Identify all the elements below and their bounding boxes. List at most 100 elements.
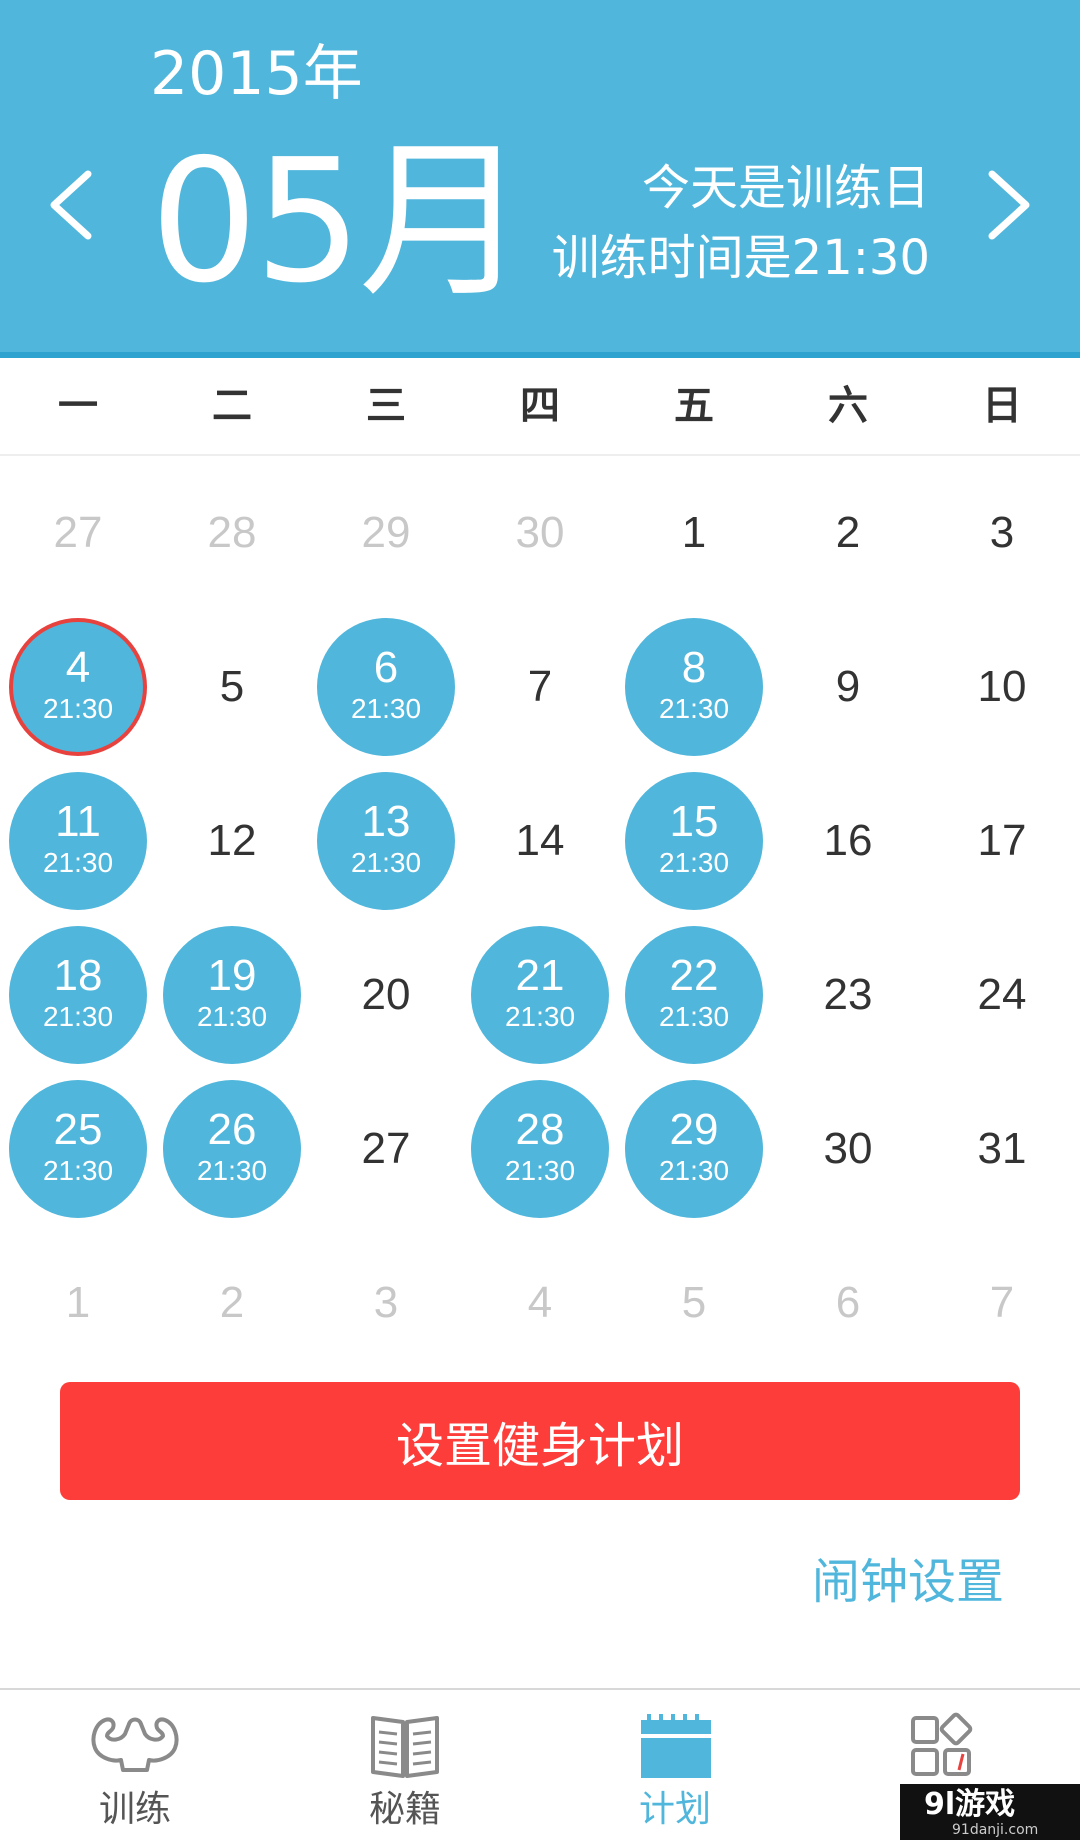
day-number: 7 bbox=[989, 1278, 1015, 1327]
calendar-day-today[interactable]: 4 21:30 bbox=[1, 610, 155, 764]
calendar-day[interactable]: 10 bbox=[925, 610, 1079, 764]
calendar-day[interactable]: 26 21:30 bbox=[155, 1072, 309, 1226]
calendar-day[interactable]: 9 bbox=[771, 610, 925, 764]
day-number: 6 bbox=[373, 643, 399, 692]
day-number: 8 bbox=[681, 643, 707, 692]
training-time: 21:30 bbox=[658, 1155, 730, 1186]
calendar-day[interactable]: 25 21:30 bbox=[1, 1072, 155, 1226]
calendar-day[interactable]: 20 bbox=[309, 918, 463, 1072]
calendar-day[interactable]: 5 bbox=[155, 610, 309, 764]
training-time: 21:30 bbox=[196, 1155, 268, 1186]
day-number: 26 bbox=[207, 1105, 257, 1154]
day-number: 17 bbox=[977, 816, 1027, 865]
training-time: 21:30 bbox=[504, 1155, 576, 1186]
day-number: 18 bbox=[53, 951, 103, 1000]
day-number: 27 bbox=[53, 508, 103, 557]
calendar-day[interactable]: 14 bbox=[463, 764, 617, 918]
calendar-day[interactable]: 24 bbox=[925, 918, 1079, 1072]
training-time: 21:30 bbox=[42, 1001, 114, 1032]
calendar-day[interactable]: 23 bbox=[771, 918, 925, 1072]
day-number: 29 bbox=[669, 1105, 719, 1154]
day-number: 7 bbox=[527, 662, 553, 711]
tab-secrets[interactable]: 秘籍 bbox=[270, 1690, 540, 1840]
weekday-sun: 日 bbox=[982, 383, 1022, 429]
prev-month-button[interactable] bbox=[42, 160, 102, 250]
tab-training-label: 训练 bbox=[98, 1789, 171, 1830]
calendar-day[interactable]: 16 bbox=[771, 764, 925, 918]
calendar-day[interactable]: 19 21:30 bbox=[155, 918, 309, 1072]
training-time: 21:30 bbox=[658, 847, 730, 878]
day-number: 28 bbox=[515, 1105, 565, 1154]
training-time: 21:30 bbox=[42, 693, 114, 724]
day-number: 30 bbox=[823, 1124, 873, 1173]
training-time: 21:30 bbox=[658, 693, 730, 724]
weekday-wed: 三 bbox=[366, 383, 406, 429]
calendar-day[interactable]: 21 21:30 bbox=[463, 918, 617, 1072]
chevron-right-icon bbox=[988, 170, 1030, 240]
day-number: 4 bbox=[65, 643, 91, 692]
day-number: 2 bbox=[835, 508, 861, 557]
book-icon bbox=[355, 1710, 455, 1782]
weekday-mon: 一 bbox=[58, 383, 98, 429]
day-number: 1 bbox=[65, 1278, 91, 1327]
calendar-header: 2015年 05月 今天是训练日 训练时间是21:30 bbox=[0, 0, 1080, 352]
calendar-day[interactable]: 6 bbox=[771, 1226, 925, 1380]
tab-plan[interactable]: 计划 bbox=[540, 1690, 810, 1840]
calendar-day[interactable]: 28 bbox=[155, 456, 309, 610]
calendar-day[interactable]: 8 21:30 bbox=[617, 610, 771, 764]
calendar-day[interactable]: 7 bbox=[925, 1226, 1079, 1380]
weekday-row: 一 二 三 四 五 六 日 bbox=[0, 358, 1080, 456]
day-number: 6 bbox=[835, 1278, 861, 1327]
day-number: 22 bbox=[669, 951, 719, 1000]
training-time: 21:30 bbox=[350, 847, 422, 878]
calendar-day[interactable]: 17 bbox=[925, 764, 1079, 918]
calendar-day[interactable]: 29 bbox=[309, 456, 463, 610]
day-number: 28 bbox=[207, 508, 257, 557]
day-number: 16 bbox=[823, 816, 873, 865]
calendar-day[interactable]: 15 21:30 bbox=[617, 764, 771, 918]
calendar-day[interactable]: 11 21:30 bbox=[1, 764, 155, 918]
calendar-icon bbox=[625, 1710, 725, 1782]
alarm-settings-link[interactable]: 闹钟设置 bbox=[812, 1552, 1004, 1612]
set-fitness-plan-button[interactable]: 设置健身计划 bbox=[60, 1382, 1020, 1500]
tab-secrets-label: 秘籍 bbox=[368, 1789, 441, 1830]
day-number: 5 bbox=[219, 662, 245, 711]
calendar-day[interactable]: 22 21:30 bbox=[617, 918, 771, 1072]
weekday-sat: 六 bbox=[828, 383, 868, 429]
day-number: 19 bbox=[207, 951, 257, 1000]
day-number: 4 bbox=[527, 1278, 553, 1327]
calendar-day[interactable]: 12 bbox=[155, 764, 309, 918]
tab-training[interactable]: 训练 bbox=[0, 1690, 270, 1840]
calendar-day[interactable]: 27 bbox=[1, 456, 155, 610]
muscle-icon bbox=[85, 1710, 185, 1782]
calendar-day[interactable]: 5 bbox=[617, 1226, 771, 1380]
chevron-left-icon bbox=[50, 170, 92, 240]
calendar-day[interactable]: 7 bbox=[463, 610, 617, 764]
calendar-day[interactable]: 27 bbox=[309, 1072, 463, 1226]
calendar-day[interactable]: 28 21:30 bbox=[463, 1072, 617, 1226]
calendar-day[interactable]: 3 bbox=[925, 456, 1079, 610]
calendar-day[interactable]: 3 bbox=[309, 1226, 463, 1380]
calendar-day[interactable]: 1 bbox=[1, 1226, 155, 1380]
calendar-day[interactable]: 29 21:30 bbox=[617, 1072, 771, 1226]
day-number: 20 bbox=[361, 970, 411, 1019]
site-watermark: 9l游戏 91danji.com bbox=[900, 1784, 1080, 1840]
calendar-day[interactable]: 1 bbox=[617, 456, 771, 610]
day-number: 10 bbox=[977, 662, 1027, 711]
tab-plan-label: 计划 bbox=[638, 1789, 711, 1830]
day-number: 24 bbox=[977, 970, 1027, 1019]
day-number: 9 bbox=[835, 662, 861, 711]
calendar-day[interactable]: 30 bbox=[463, 456, 617, 610]
calendar-day[interactable]: 13 21:30 bbox=[309, 764, 463, 918]
calendar-day[interactable]: 2 bbox=[155, 1226, 309, 1380]
calendar-day[interactable]: 30 bbox=[771, 1072, 925, 1226]
weekday-fri: 五 bbox=[674, 383, 714, 429]
watermark-sub: 91danji.com bbox=[952, 1822, 1039, 1838]
calendar-day[interactable]: 18 21:30 bbox=[1, 918, 155, 1072]
calendar-day[interactable]: 2 bbox=[771, 456, 925, 610]
calendar-day[interactable]: 31 bbox=[925, 1072, 1079, 1226]
next-month-button[interactable] bbox=[978, 160, 1038, 250]
calendar-day[interactable]: 4 bbox=[463, 1226, 617, 1380]
calendar-day[interactable]: 6 21:30 bbox=[309, 610, 463, 764]
day-number: 2 bbox=[219, 1278, 245, 1327]
